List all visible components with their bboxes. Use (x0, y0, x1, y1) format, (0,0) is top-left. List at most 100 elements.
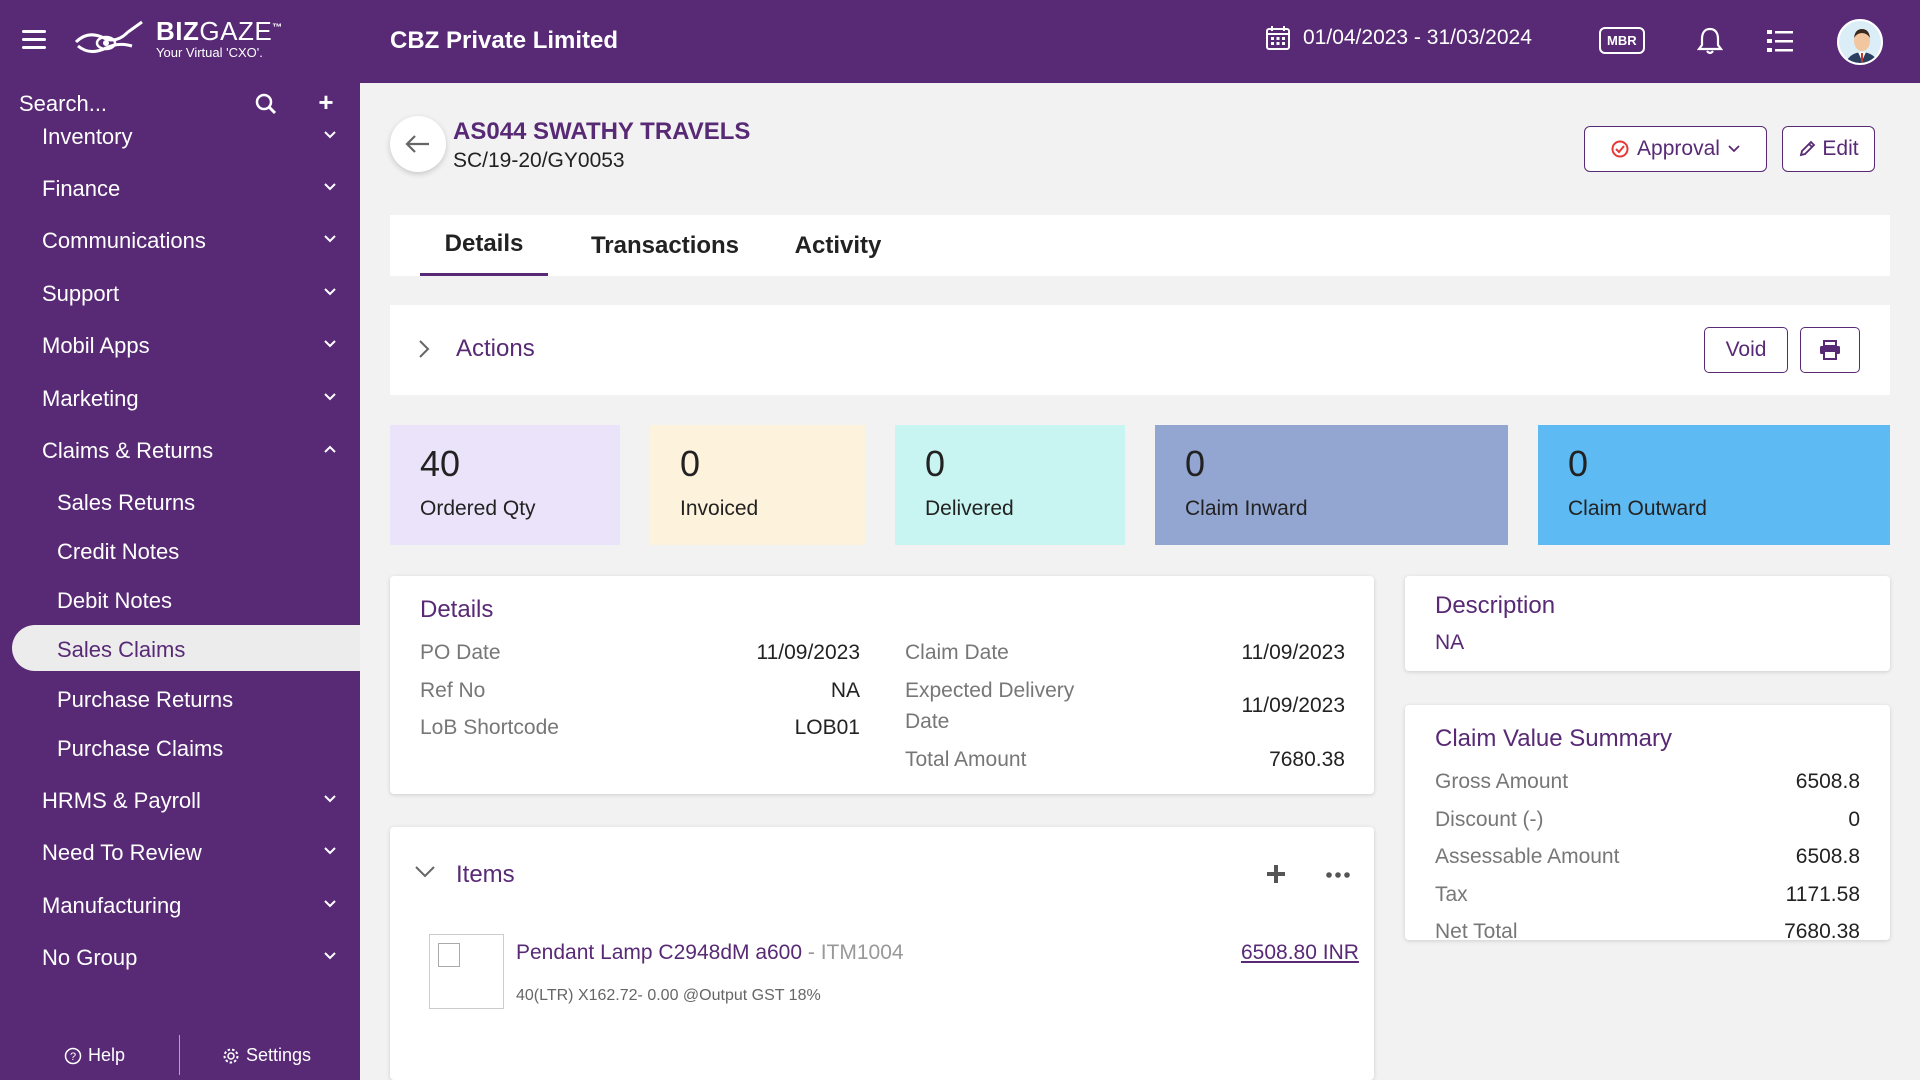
item-thumbnail (429, 934, 504, 1009)
stat-label: Invoiced (680, 497, 759, 520)
sidebar-subitem-label: Sales Claims (57, 637, 186, 662)
menu-icon[interactable] (22, 30, 46, 52)
chevron-down-icon[interactable] (414, 865, 436, 879)
item-name: Pendant Lamp C2948dM a600 (516, 941, 803, 964)
chevron-down-icon (324, 340, 336, 348)
sidebar-item-hrms-payroll[interactable]: HRMS & Payroll (0, 777, 360, 825)
stat-label: Delivered (925, 497, 1014, 520)
gear-icon (223, 1048, 239, 1063)
chevron-down-icon (324, 847, 336, 855)
items-title[interactable]: Items (456, 861, 515, 889)
add-item-button[interactable] (1265, 861, 1287, 891)
tab-details[interactable]: Details (420, 215, 548, 276)
sidebar-nav: Inventory Finance Communications Support… (0, 125, 360, 1015)
claim-date-value: 11/09/2023 (1241, 641, 1345, 664)
sidebar-item-need-to-review[interactable]: Need To Review (0, 829, 360, 877)
void-button[interactable]: Void (1704, 327, 1788, 373)
sidebar-item-label: Need To Review (42, 840, 202, 865)
chevron-down-icon (324, 900, 336, 908)
app-logo[interactable]: BIZGAZE™ Your Virtual 'CXO'. (72, 16, 283, 60)
approval-button[interactable]: Approval (1584, 126, 1767, 172)
chevron-down-icon (324, 183, 336, 191)
description-value: NA (1435, 631, 1465, 654)
more-options-button[interactable] (1325, 855, 1351, 886)
sidebar-subitem-sales-returns[interactable]: Sales Returns (0, 478, 360, 524)
chevron-down-icon (324, 795, 336, 803)
sidebar-item-finance[interactable]: Finance (0, 165, 360, 213)
claim-value-summary-card: Claim Value Summary Gross Amount 6508.8 … (1405, 705, 1890, 943)
tab-bar: Details Transactions Activity (390, 215, 1890, 276)
details-card: Details PO Date 11/09/2023 Ref No NA LoB… (390, 576, 1374, 794)
claim-date-label: Claim Date (905, 641, 1009, 664)
sidebar-subitem-purchase-claims[interactable]: Purchase Claims (0, 724, 360, 770)
help-icon: ? (64, 1047, 82, 1064)
company-name[interactable]: CBZ Private Limited (390, 27, 618, 55)
search-icon[interactable] (255, 93, 277, 120)
sidebar-item-label: Inventory (42, 125, 133, 149)
broken-image-icon (438, 943, 460, 967)
item-amount-link[interactable]: 6508.80 INR (1241, 941, 1359, 965)
stat-label: Ordered Qty (420, 497, 536, 520)
logo-tm: ™ (272, 22, 283, 34)
sidebar-item-claims-returns[interactable]: Claims & Returns (0, 427, 360, 475)
sidebar-item-communications[interactable]: Communications (0, 217, 360, 265)
logo-tagline: Your Virtual 'CXO'. (156, 45, 263, 60)
actions-label[interactable]: Actions (456, 335, 535, 363)
sidebar-subitem-sales-claims[interactable]: Sales Claims (12, 625, 360, 671)
calendar-icon (1266, 26, 1290, 50)
sidebar-item-support[interactable]: Support (0, 270, 360, 318)
net-total-value: 7680.38 (1784, 920, 1860, 943)
sidebar: Search... + Inventory Finance Communicat… (0, 83, 360, 1080)
pencil-icon (1800, 140, 1816, 157)
stat-value: 40 (420, 443, 461, 484)
user-avatar[interactable] (1837, 19, 1883, 65)
record-code: SC/19-20/GY0053 (453, 149, 625, 172)
stat-value: 0 (1185, 443, 1206, 484)
sidebar-subitem-debit-notes[interactable]: Debit Notes (0, 576, 360, 622)
task-list-icon[interactable] (1766, 28, 1794, 59)
edit-button[interactable]: Edit (1782, 126, 1875, 172)
details-title: Details (420, 596, 494, 623)
item-code: - ITM1004 (802, 941, 904, 964)
sidebar-item-label: Finance (42, 176, 121, 201)
sidebar-item-mobil-apps[interactable]: Mobil Apps (0, 322, 360, 370)
expected-delivery-label-line1: Expected Delivery (905, 679, 1075, 702)
gross-amount-label: Gross Amount (1435, 770, 1569, 793)
back-button[interactable] (390, 116, 446, 172)
print-button[interactable] (1800, 327, 1860, 373)
edit-label: Edit (1822, 137, 1859, 160)
logo-mark-icon (74, 20, 143, 53)
settings-label: Settings (246, 1045, 312, 1065)
add-icon[interactable]: + (314, 89, 338, 115)
sidebar-item-marketing[interactable]: Marketing (0, 375, 360, 423)
stat-label: Claim Inward (1185, 497, 1308, 520)
sidebar-item-label: Manufacturing (42, 893, 182, 918)
tab-activity[interactable]: Activity (778, 215, 898, 276)
chevron-right-icon[interactable] (418, 339, 430, 359)
notification-bell-icon[interactable] (1696, 26, 1724, 61)
actions-panel: Actions Void (390, 305, 1890, 395)
sidebar-item-inventory[interactable]: Inventory (0, 125, 360, 161)
search-input[interactable]: Search... (19, 91, 107, 117)
record-title: AS044 SWATHY TRAVELS (453, 118, 751, 145)
tab-transactions[interactable]: Transactions (570, 215, 760, 276)
sidebar-item-manufacturing[interactable]: Manufacturing (0, 882, 360, 930)
financial-year-selector[interactable]: 01/04/2023 - 31/03/2024 (1265, 25, 1532, 51)
sidebar-subitem-label: Sales Returns (57, 490, 196, 515)
settings-link[interactable]: Settings (222, 1045, 311, 1066)
total-amount-value: 7680.38 (1269, 748, 1345, 771)
description-title: Description (1435, 592, 1556, 619)
chevron-down-icon (324, 393, 336, 401)
sidebar-subitem-credit-notes[interactable]: Credit Notes (0, 527, 360, 573)
stat-claim-inward: 0 Claim Inward (1155, 425, 1508, 545)
expected-delivery-label-line2: Date (905, 710, 950, 733)
sidebar-item-no-group[interactable]: No Group (0, 934, 360, 982)
top-bar: BIZGAZE™ Your Virtual 'CXO'. CBZ Private… (0, 0, 1920, 83)
sidebar-subitem-purchase-returns[interactable]: Purchase Returns (0, 675, 360, 721)
sidebar-subitem-label: Credit Notes (57, 539, 180, 564)
help-link[interactable]: ? Help (64, 1045, 125, 1066)
mbr-badge[interactable]: MBR (1599, 27, 1645, 54)
item-name-link[interactable]: Pendant Lamp C2948dM a600 - ITM1004 (516, 941, 904, 965)
discount-label: Discount (-) (1435, 808, 1544, 831)
logo-name-bold: BIZ (156, 16, 200, 46)
